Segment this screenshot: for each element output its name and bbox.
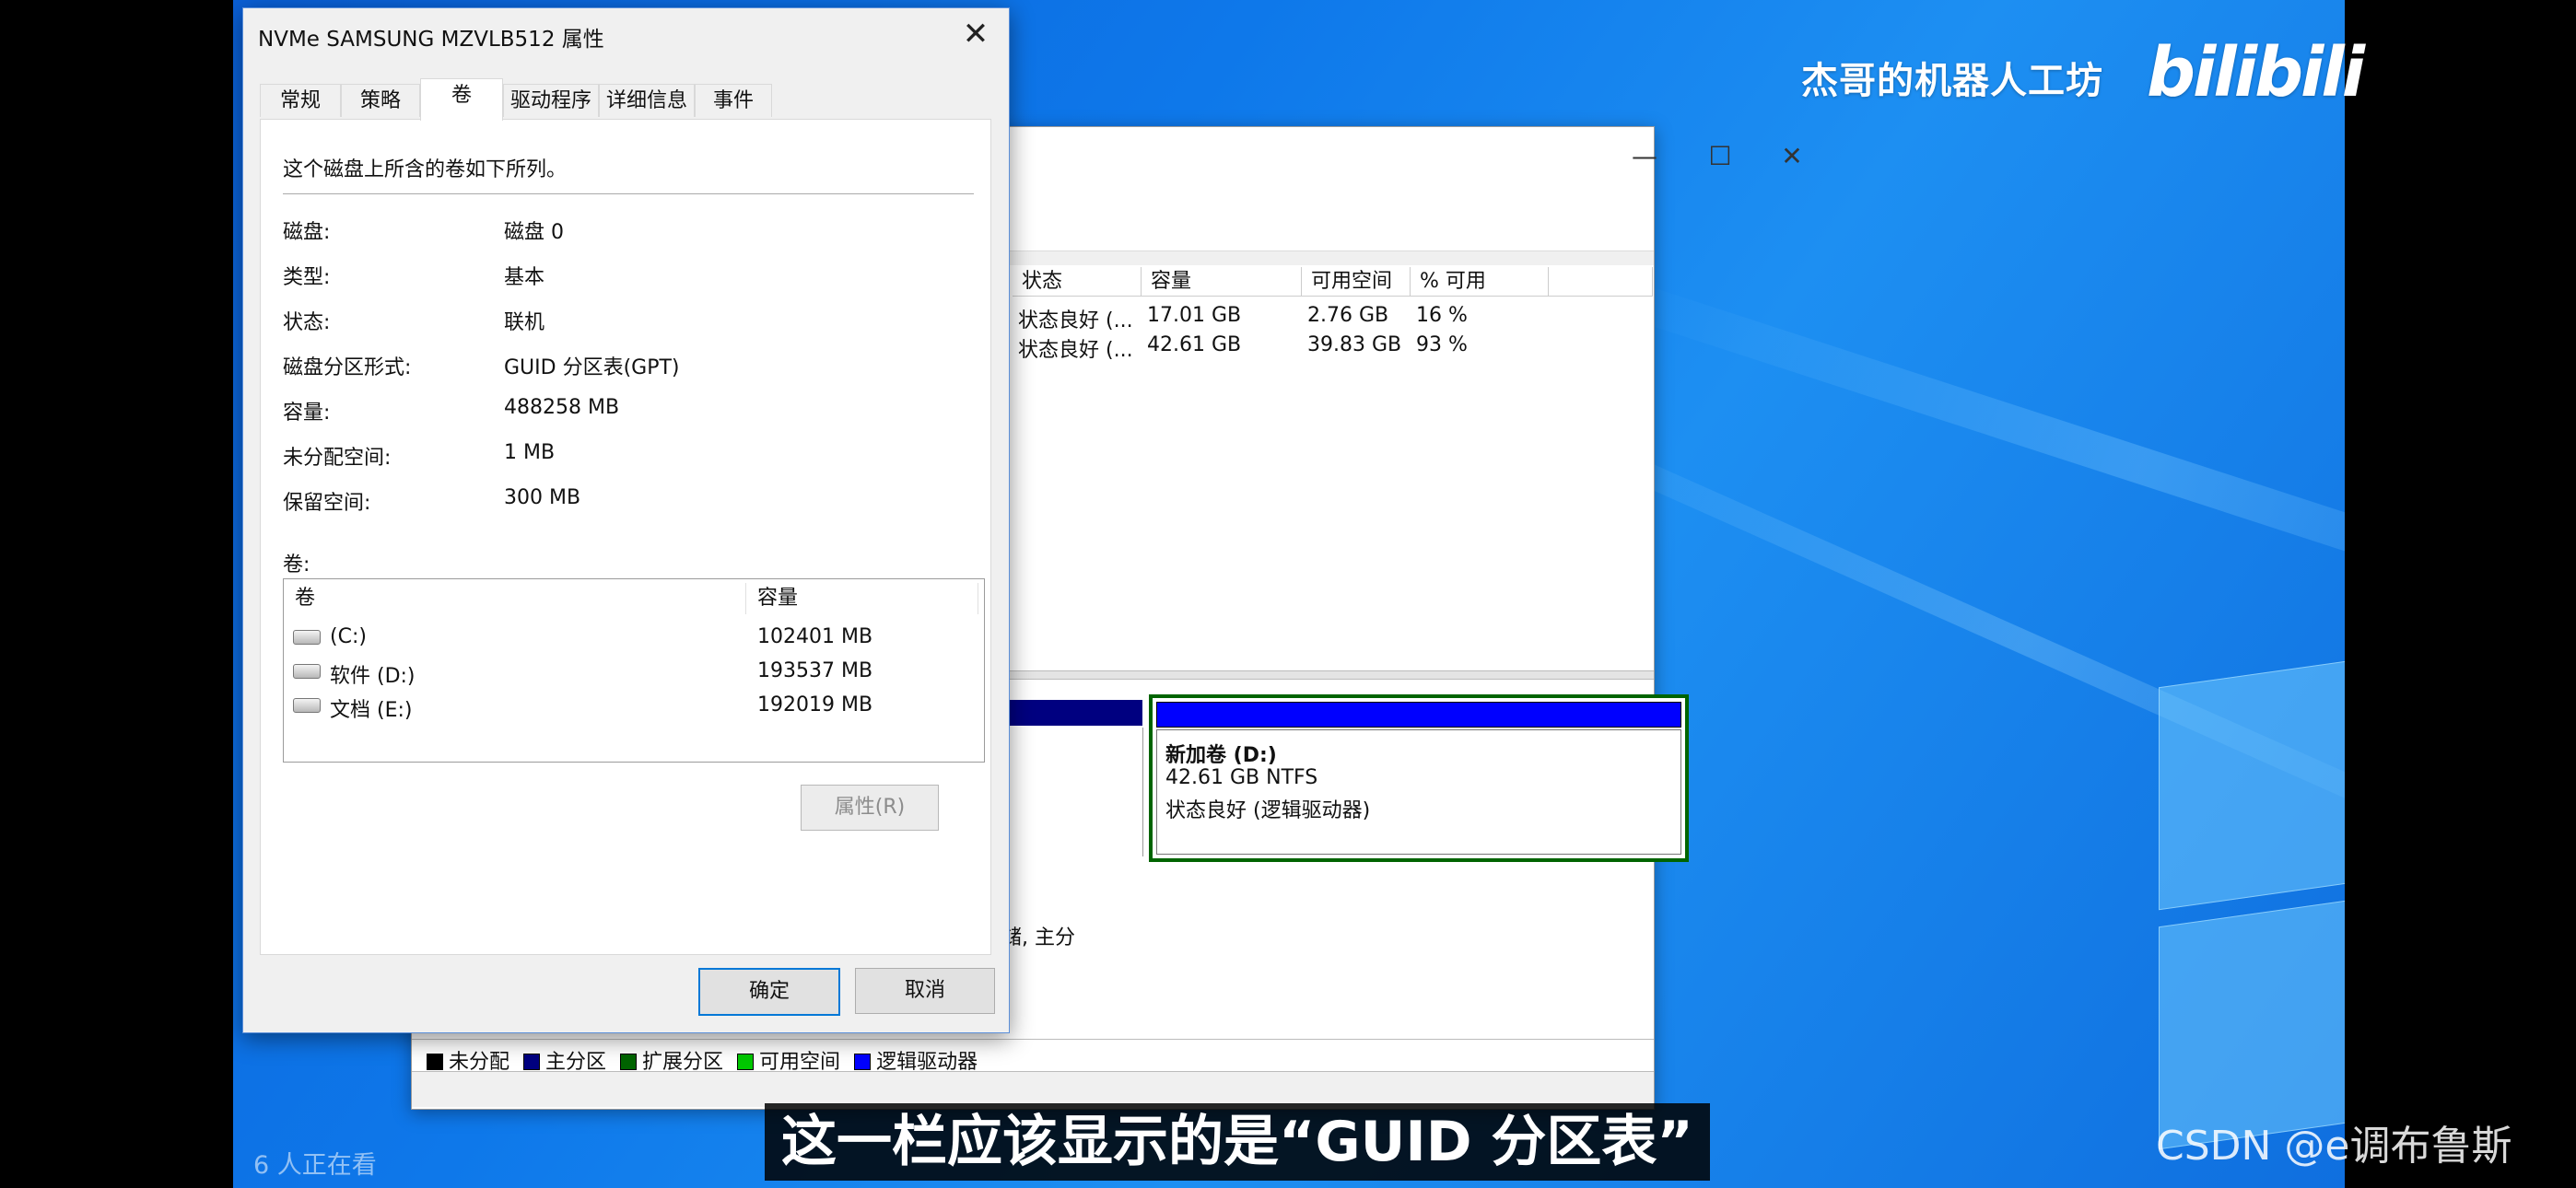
row1-free: 2.76 GB <box>1307 304 1389 327</box>
swatch-unallocated <box>427 1054 443 1070</box>
partition-status: 状态良好 (逻辑驱动器) <box>1165 799 1371 822</box>
row2-status: 状态良好 (... <box>1018 339 1133 362</box>
row2-percent: 93 % <box>1416 333 1468 356</box>
disk-properties-dialog[interactable]: NVMe SAMSUNG MZVLB512 属性 ✕ 常规 策略 卷 驱动程序 … <box>242 7 1010 1033</box>
logical-drive-header <box>1156 702 1681 728</box>
row2-capacity: 42.61 GB <box>1147 333 1242 356</box>
drive-icon <box>293 698 321 713</box>
disk-value: 磁盘 0 <box>504 221 564 244</box>
tab-events[interactable]: 事件 <box>695 84 772 117</box>
column-capacity[interactable]: 容量 <box>1142 267 1302 297</box>
status-value: 联机 <box>504 311 545 334</box>
tab-general[interactable]: 常规 <box>260 84 341 117</box>
tab-details[interactable]: 详细信息 <box>599 84 695 117</box>
volume-name: 文档 (E:) <box>330 699 413 722</box>
swatch-free <box>737 1054 755 1070</box>
tab-policy[interactable]: 策略 <box>341 84 420 117</box>
channel-watermark: 杰哥的机器人工坊 <box>1801 60 2103 102</box>
partition-size: 42.61 GB NTFS <box>1165 766 1318 789</box>
close-icon[interactable]: ✕ <box>1764 138 1820 175</box>
swatch-logical <box>854 1054 872 1070</box>
bilibili-logo: bilibili <box>2147 33 2365 112</box>
tab-volumes[interactable]: 卷 <box>420 78 503 121</box>
legend-bar: 未分配 主分区 扩展分区 可用空间 逻辑驱动器 <box>412 1039 1654 1074</box>
volume-size: 193537 MB <box>757 659 873 682</box>
dialog-title: NVMe SAMSUNG MZVLB512 属性 <box>258 28 604 52</box>
status-bar <box>412 1072 1654 1107</box>
unallocated-label: 未分配空间: <box>283 447 392 470</box>
partition-style-label: 磁盘分区形式: <box>283 356 412 379</box>
volume-name: 软件 (D:) <box>330 665 416 688</box>
column-free[interactable]: 可用空间 <box>1302 267 1411 297</box>
close-icon[interactable]: ✕ <box>957 16 994 52</box>
list-item[interactable]: 文档 (E:) 192019 MB <box>293 690 975 722</box>
viewer-count: 6 人正在看 <box>253 1151 377 1180</box>
properties-button[interactable]: 属性(R) <box>801 785 939 831</box>
row1-percent: 16 % <box>1416 304 1468 327</box>
legend-primary: 主分区 <box>545 1051 607 1074</box>
column-percent-free[interactable]: % 可用 <box>1411 267 1549 297</box>
partition-d-block[interactable]: 新加卷 (D:) 42.61 GB NTFS 状态良好 (逻辑驱动器) <box>1149 694 1689 862</box>
list-item[interactable]: (C:) 102401 MB <box>293 622 975 653</box>
type-label: 类型: <box>283 266 331 289</box>
volume-size: 102401 MB <box>757 625 873 648</box>
legend-logical: 逻辑驱动器 <box>876 1051 978 1074</box>
status-label: 状态: <box>283 311 331 334</box>
reserved-label: 保留空间: <box>283 492 371 515</box>
volumes-panel: 这个磁盘上所含的卷如下所列。 磁盘: 磁盘 0 类型: 基本 状态: 联机 磁盘… <box>260 119 991 955</box>
cancel-button[interactable]: 取消 <box>855 968 995 1014</box>
capacity-value: 488258 MB <box>504 396 620 419</box>
drive-icon <box>293 664 321 679</box>
type-value: 基本 <box>504 266 545 289</box>
partition-name: 新加卷 (D:) <box>1165 744 1277 767</box>
column-volume[interactable]: 卷 <box>284 583 746 614</box>
row2-free: 39.83 GB <box>1307 333 1402 356</box>
column-empty <box>1549 267 1653 297</box>
legend-unallocated: 未分配 <box>449 1051 510 1074</box>
partition-style-value: GUID 分区表(GPT) <box>504 356 680 379</box>
minimize-icon[interactable]: — <box>1617 138 1672 175</box>
drive-icon <box>293 630 321 645</box>
primary-partition-header <box>1006 700 1142 726</box>
video-subtitle: 这一栏应该显示的是“GUID 分区表” <box>765 1103 1710 1181</box>
volumes-listview[interactable]: 卷 容量 (C:) 102401 MB 软件 (D:) 193537 MB 文档… <box>283 578 985 763</box>
partial-partition-text: 储, 主分 <box>1001 926 1075 949</box>
swatch-extended <box>620 1054 638 1070</box>
unallocated-value: 1 MB <box>504 441 556 464</box>
ok-button[interactable]: 确定 <box>698 968 840 1016</box>
csdn-watermark: CSDN @e调布鲁斯 <box>2156 1123 2512 1170</box>
tab-driver[interactable]: 驱动程序 <box>503 84 599 117</box>
volume-size: 192019 MB <box>757 693 873 716</box>
row1-capacity: 17.01 GB <box>1147 304 1242 327</box>
column-status[interactable]: 状态 <box>1013 267 1142 297</box>
divider <box>283 193 974 194</box>
legend-extended: 扩展分区 <box>642 1051 724 1074</box>
panel-intro: 这个磁盘上所含的卷如下所列。 <box>283 158 568 181</box>
list-item[interactable]: 软件 (D:) 193537 MB <box>293 656 975 688</box>
maximize-icon[interactable]: ☐ <box>1692 138 1748 175</box>
volumes-label: 卷: <box>283 553 310 577</box>
row1-status: 状态良好 (... <box>1018 309 1133 332</box>
column-capacity[interactable]: 容量 <box>746 583 978 614</box>
reserved-value: 300 MB <box>504 486 581 509</box>
capacity-label: 容量: <box>283 402 331 425</box>
legend-free: 可用空间 <box>759 1051 841 1074</box>
volume-name: (C:) <box>330 625 367 648</box>
swatch-primary <box>523 1054 541 1070</box>
disk-label: 磁盘: <box>283 221 331 244</box>
